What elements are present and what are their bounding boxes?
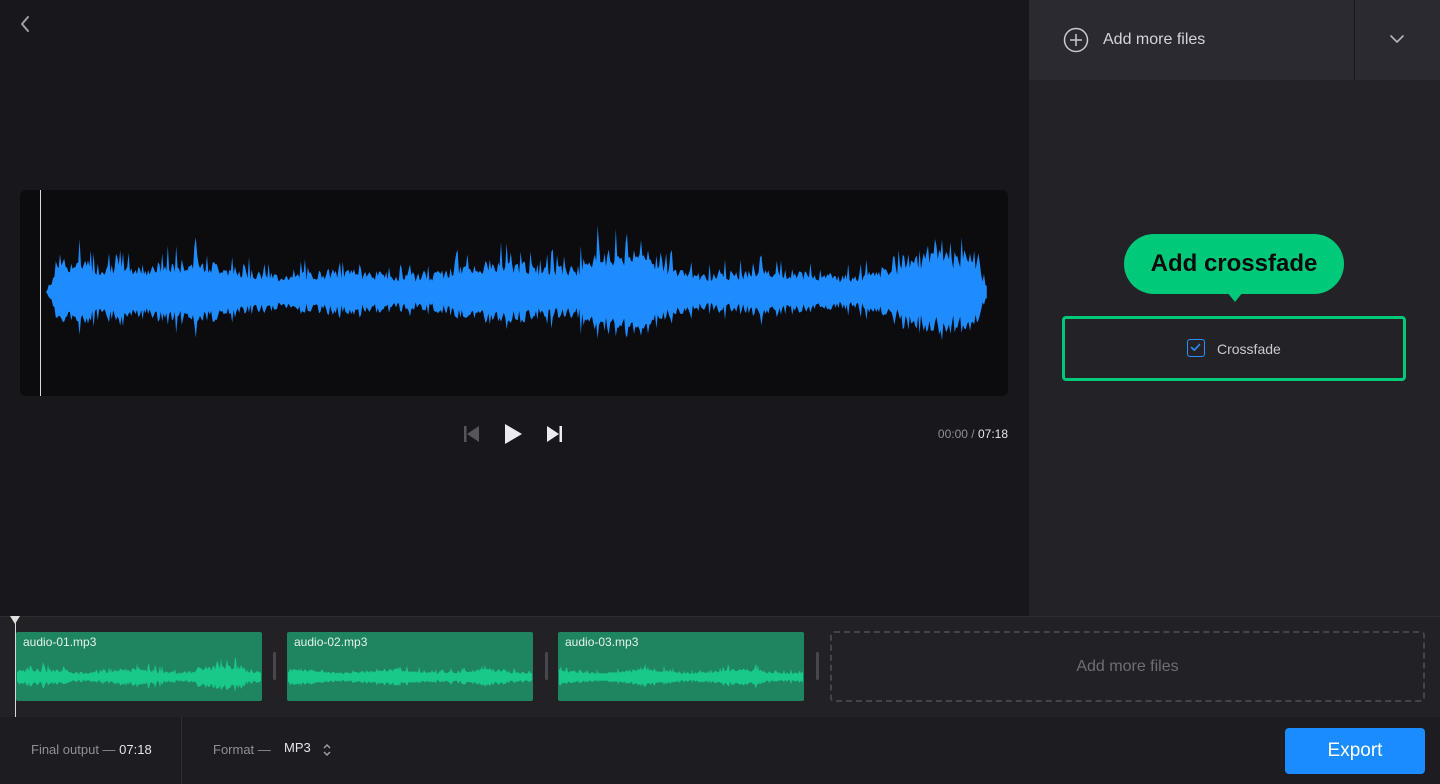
timeline-add-files-dropzone[interactable]: Add more files: [830, 631, 1425, 702]
sort-arrows-icon: [323, 744, 331, 756]
clip-name: audio-03.mp3: [565, 635, 639, 649]
timeline-clip[interactable]: audio-03.mp3: [558, 632, 804, 701]
back-chevron-icon: [21, 16, 29, 32]
timeline-clip[interactable]: audio-02.mp3: [287, 632, 533, 701]
add-files-dropdown-button[interactable]: [1355, 0, 1440, 80]
export-button[interactable]: Export: [1285, 728, 1425, 774]
clip-divider-handle[interactable]: [816, 652, 819, 680]
add-more-files-button[interactable]: Add more files: [1029, 0, 1354, 80]
final-output-value: 07:18: [119, 742, 152, 757]
format-select[interactable]: MP3: [284, 740, 339, 760]
waveform-graphic: [46, 225, 987, 341]
skip-forward-icon: [547, 426, 562, 442]
clip-waveform: [17, 657, 261, 693]
skip-back-button[interactable]: [457, 420, 485, 448]
current-time: 00:00: [937, 427, 968, 441]
clip-waveform: [288, 664, 532, 688]
playhead[interactable]: [40, 190, 41, 396]
clip-divider-handle[interactable]: [545, 652, 548, 680]
total-time: 07:18: [977, 427, 1008, 441]
divider: [181, 717, 182, 784]
plus-circle-icon: [1063, 27, 1089, 53]
crossfade-label: Crossfade: [1217, 341, 1281, 357]
play-button[interactable]: [499, 420, 527, 448]
playhead-marker-icon[interactable]: [10, 616, 20, 624]
play-icon: [505, 424, 522, 444]
crossfade-tooltip: Add crossfade: [1124, 234, 1344, 294]
format-value: MP3: [284, 740, 311, 755]
final-output-label: Final output —: [31, 742, 116, 757]
clip-name: audio-02.mp3: [294, 635, 368, 649]
crossfade-option[interactable]: Crossfade: [1062, 316, 1406, 381]
chevron-down-icon: [1390, 35, 1404, 43]
time-separator: /: [971, 427, 975, 441]
skip-forward-button[interactable]: [541, 420, 569, 448]
final-output: Final output — 07:18: [31, 742, 152, 757]
tooltip-tail: [1227, 292, 1243, 302]
timeline-clip[interactable]: audio-01.mp3: [16, 632, 262, 701]
back-button[interactable]: [14, 12, 36, 36]
clip-name: audio-01.mp3: [23, 635, 97, 649]
waveform-display[interactable]: [20, 190, 1008, 396]
skip-back-icon: [464, 426, 479, 442]
format-label: Format —: [213, 742, 271, 757]
clip-waveform: [559, 663, 803, 689]
crossfade-checkbox[interactable]: [1187, 339, 1205, 357]
settings-panel: [1029, 0, 1440, 616]
timeline-playhead[interactable]: [15, 616, 16, 717]
check-icon: [1190, 343, 1201, 351]
clip-divider-handle[interactable]: [273, 652, 276, 680]
add-more-files-label: Add more files: [1103, 31, 1206, 48]
time-display: 00:00 / 07:18: [905, 427, 1008, 441]
